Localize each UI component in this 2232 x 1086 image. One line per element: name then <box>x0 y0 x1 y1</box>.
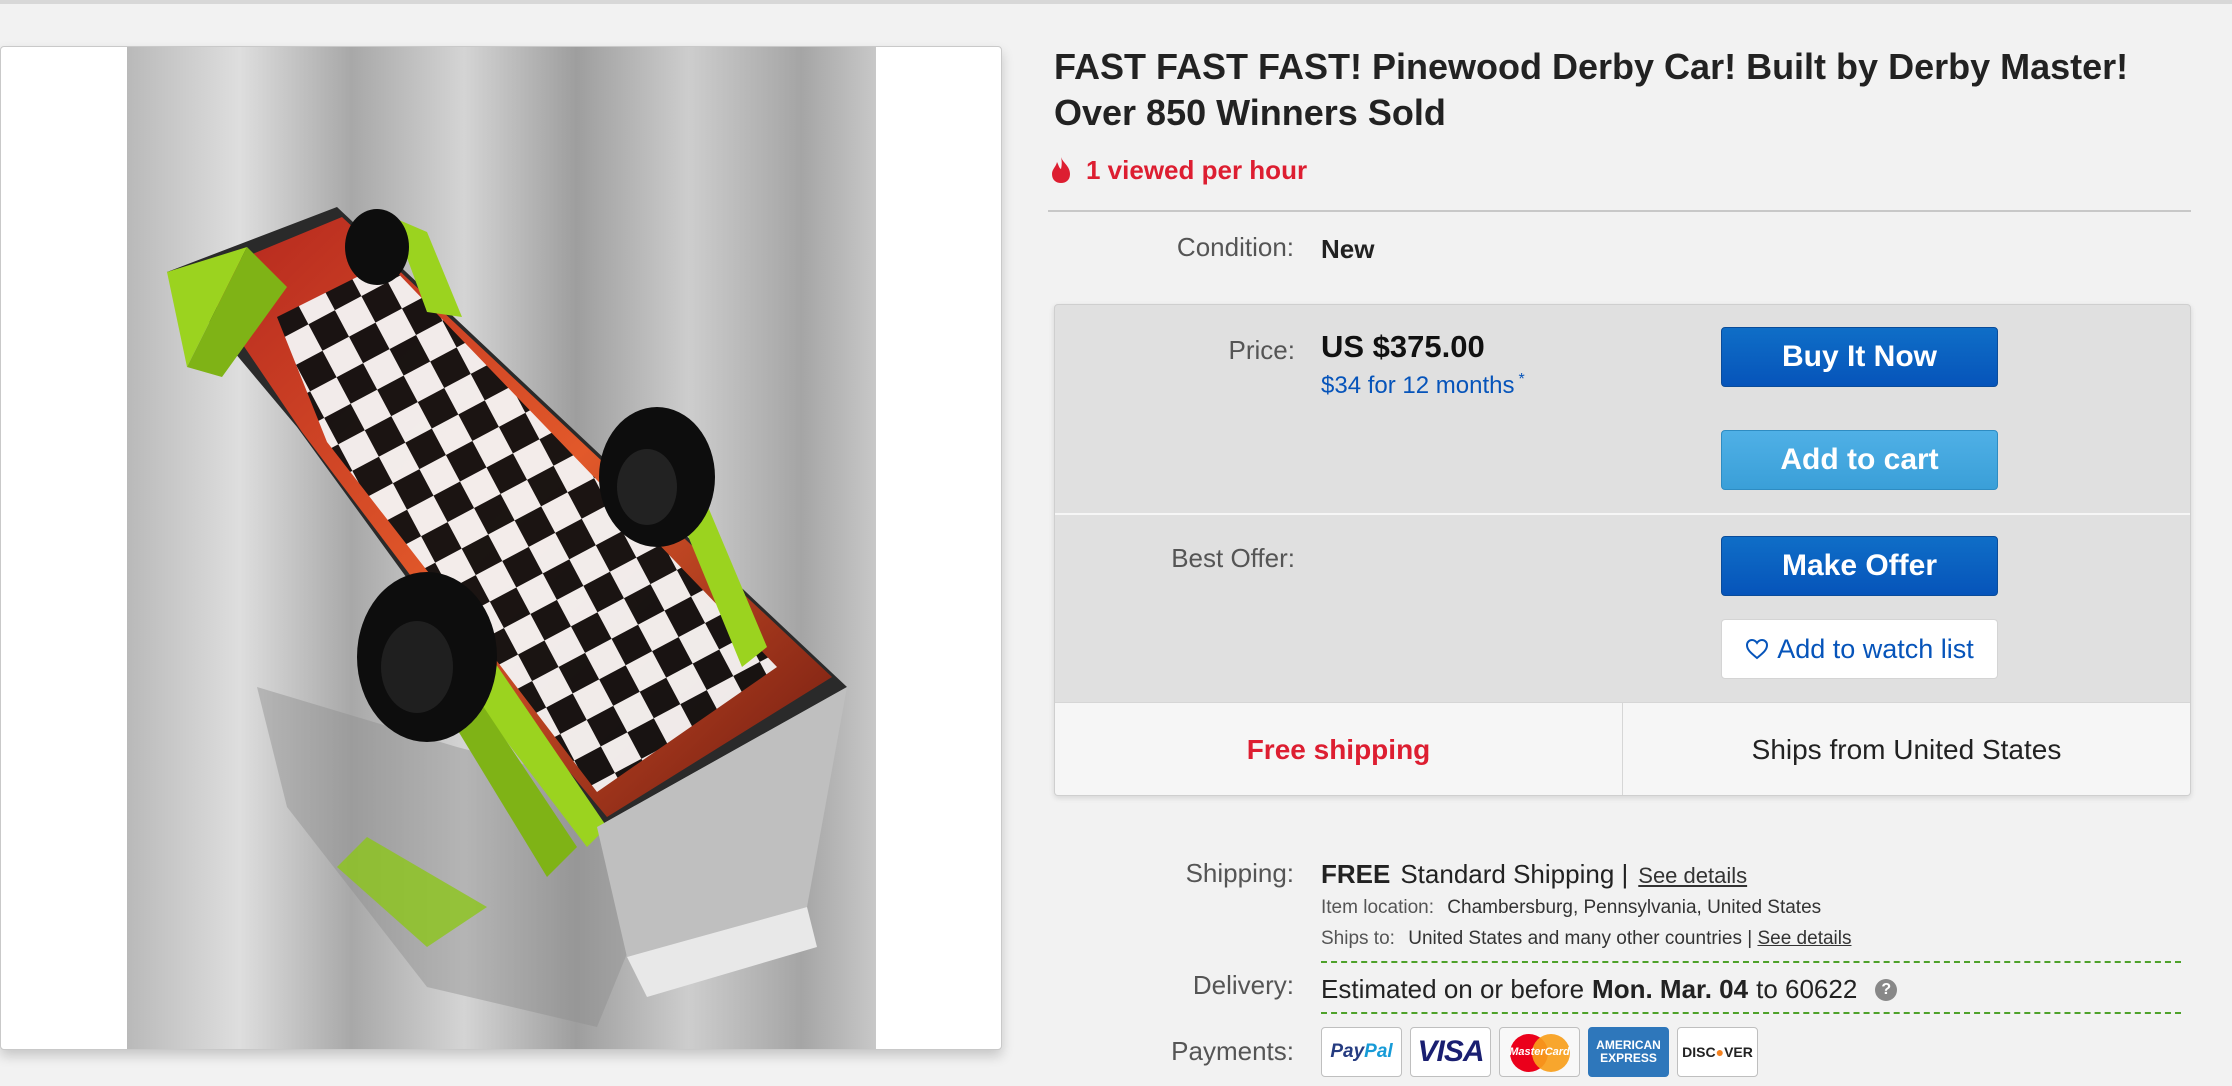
viewed-text: 1 viewed per hour <box>1086 154 1308 185</box>
ships-to-see-details-link[interactable]: See details <box>1757 928 1851 949</box>
delivery-bottom-border <box>1321 1012 2181 1014</box>
make-offer-button[interactable]: Make Offer <box>1721 536 1998 596</box>
price-value: US $375.00 <box>1321 329 1485 364</box>
watch-list-label: Add to watch list <box>1777 633 1974 664</box>
item-location-value: Chambersburg, Pennsylvania, United State… <box>1447 897 1822 918</box>
free-shipping-text: Free shipping <box>1246 733 1431 765</box>
best-offer-label: Best Offer: <box>1171 543 1295 573</box>
financing-mark: * <box>1518 371 1525 388</box>
mastercard-logo: MasterCard <box>1499 1027 1580 1077</box>
product-image-panel[interactable] <box>0 46 1002 1050</box>
shipping-free: FREE <box>1321 859 1391 889</box>
viewed-indicator: 1 viewed per hour <box>1050 152 1307 188</box>
paypal-text-a: Pay <box>1330 1041 1365 1062</box>
top-border <box>0 0 2232 4</box>
help-icon[interactable]: ? <box>1875 978 1898 1001</box>
buy-it-now-button[interactable]: Buy It Now <box>1721 327 1998 387</box>
buy-box: Price: US $375.00 $34 for 12 months * Buy… <box>1054 304 2191 796</box>
shipping-summary-row: Free shipping Ships from United States <box>1055 702 2190 795</box>
financing-text[interactable]: $34 for 12 months <box>1321 372 1514 399</box>
title-divider <box>1048 210 2191 212</box>
item-location: Item location: Chambersburg, Pennsylvani… <box>1321 897 1821 919</box>
delivery-top-border <box>1321 961 2181 963</box>
visa-logo: VISA <box>1410 1027 1491 1077</box>
shipping-label: Shipping: <box>1185 858 1294 888</box>
flame-icon <box>1050 156 1072 184</box>
shipping-see-details-link[interactable]: See details <box>1638 863 1747 889</box>
ships-to-value: United States and many other countries | <box>1408 928 1753 949</box>
delivery-estimate: Estimated on or before Mon. Mar. 04 to 6… <box>1321 974 1898 1005</box>
financing-link[interactable]: $34 for 12 months * <box>1321 371 1525 400</box>
shipping-summary: FREE Standard Shipping | See details <box>1321 859 1747 890</box>
heart-icon <box>1745 638 1769 660</box>
delivery-label: Delivery: <box>1192 970 1294 1000</box>
buybox-separator <box>1055 513 2190 515</box>
product-photo[interactable] <box>127 47 876 1049</box>
delivery-prefix: Estimated on or before <box>1321 974 1585 1004</box>
listing-title: FAST FAST FAST! Pinewood Derby Car! Buil… <box>1054 46 2129 133</box>
ships-to: Ships to: United States and many other c… <box>1321 928 1851 950</box>
ships-from-text: Ships from United States <box>1622 703 2190 795</box>
delivery-zip: to 60622 <box>1756 974 1858 1004</box>
amex-logo: AMERICAN EXPRESS <box>1588 1027 1669 1077</box>
discover-text-b: ● <box>1715 1044 1725 1060</box>
shipping-method: Standard Shipping | <box>1400 859 1629 889</box>
paypal-logo: Pay Pal <box>1321 1027 1402 1077</box>
discover-logo: DISC ● VER <box>1677 1027 1758 1077</box>
amex-text-2: EXPRESS <box>1600 1051 1657 1065</box>
condition-label: Condition: <box>1176 232 1294 262</box>
add-to-watch-list-button[interactable]: Add to watch list <box>1721 619 1998 679</box>
discover-text-a: DISC <box>1682 1044 1716 1060</box>
mastercard-text: MasterCard <box>1509 1046 1570 1058</box>
payments-label: Payments: <box>1171 1036 1294 1066</box>
item-location-key: Item location: <box>1321 897 1434 918</box>
paypal-text-b: Pal <box>1364 1041 1393 1062</box>
delivery-date: Mon. Mar. 04 <box>1592 974 1749 1004</box>
condition-value: New <box>1321 234 1375 264</box>
add-to-cart-button[interactable]: Add to cart <box>1721 430 1998 490</box>
ships-to-key: Ships to: <box>1321 928 1395 949</box>
discover-text-c: VER <box>1724 1044 1753 1060</box>
payment-methods: Pay Pal VISA MasterCard AMERICAN EXPRESS D… <box>1321 1027 1758 1077</box>
price-label: Price: <box>1228 335 1295 365</box>
